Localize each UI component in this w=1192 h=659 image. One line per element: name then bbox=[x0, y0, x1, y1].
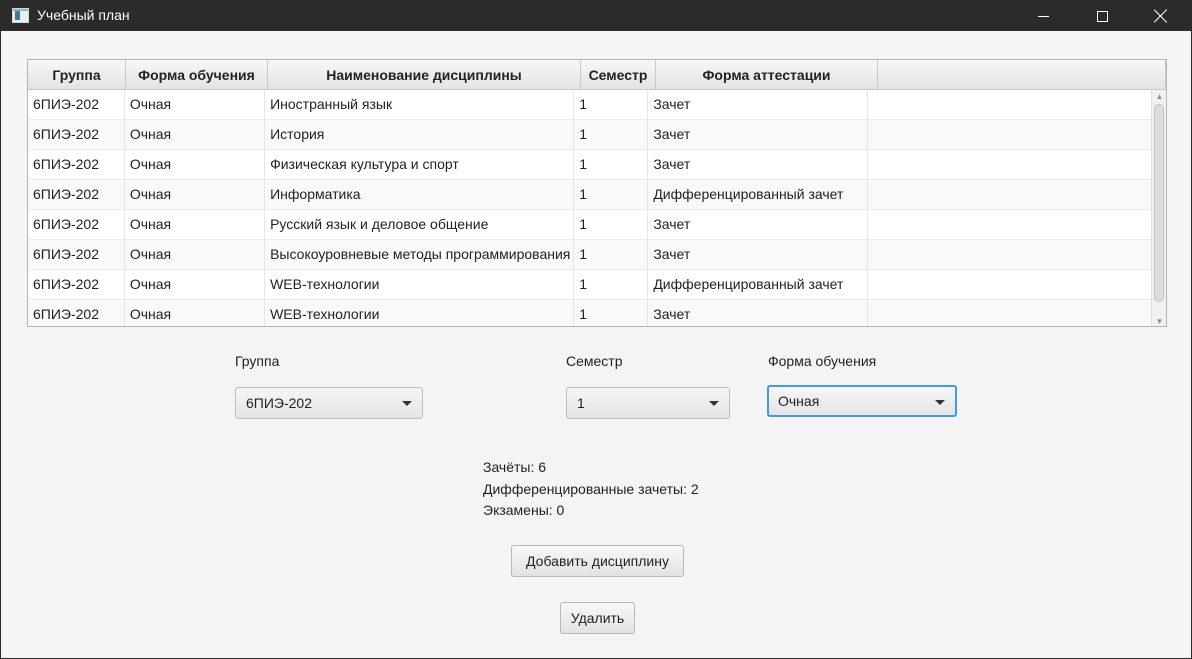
cell-filler bbox=[868, 240, 1152, 270]
cell-filler bbox=[868, 120, 1152, 150]
delete-button[interactable]: Удалить bbox=[560, 602, 635, 634]
table-row[interactable]: 6ПИЭ-202 Очная Иностранный язык 1 Зачет bbox=[28, 90, 1152, 120]
column-header-group[interactable]: Группа bbox=[28, 60, 126, 90]
close-button[interactable] bbox=[1138, 1, 1184, 31]
cell-attestation: Зачет bbox=[648, 210, 868, 240]
app-window: Учебный план Группа Форма обучения Наиме… bbox=[0, 0, 1192, 659]
table-row[interactable]: 6ПИЭ-202 Очная Высокоуровневые методы пр… bbox=[28, 240, 1152, 270]
cell-semester: 1 bbox=[574, 300, 649, 326]
cell-study-form: Очная bbox=[125, 210, 266, 240]
scroll-down-icon[interactable]: ▾ bbox=[1155, 317, 1164, 326]
cell-attestation: Зачет bbox=[648, 240, 868, 270]
column-header-semester[interactable]: Семестр bbox=[581, 60, 656, 90]
study-form-combobox-value: Очная bbox=[778, 393, 820, 409]
group-combobox[interactable]: 6ПИЭ-202 bbox=[235, 387, 423, 419]
title-bar: Учебный план bbox=[1, 1, 1191, 31]
cell-discipline: Физическая культура и спорт bbox=[265, 150, 575, 180]
curriculum-table[interactable]: Группа Форма обучения Наименование дисци… bbox=[27, 59, 1167, 327]
table-row[interactable]: 6ПИЭ-202 Очная WEB-технологии 1 Дифферен… bbox=[28, 270, 1152, 300]
add-discipline-button[interactable]: Добавить дисциплину bbox=[511, 545, 684, 577]
cell-study-form: Очная bbox=[125, 300, 266, 326]
cell-filler bbox=[868, 180, 1152, 210]
cell-attestation: Дифференцированный зачет bbox=[648, 270, 868, 300]
cell-study-form: Очная bbox=[125, 180, 266, 210]
cell-attestation: Зачет bbox=[648, 150, 868, 180]
minimize-icon bbox=[1037, 15, 1049, 17]
semester-combobox[interactable]: 1 bbox=[566, 387, 730, 419]
cell-semester: 1 bbox=[574, 270, 649, 300]
cell-discipline: Высокоуровневые методы программирования bbox=[265, 240, 575, 270]
table-row[interactable]: 6ПИЭ-202 Очная Физическая культура и спо… bbox=[28, 150, 1152, 180]
cell-group: 6ПИЭ-202 bbox=[28, 240, 125, 270]
group-label: Группа bbox=[235, 353, 280, 369]
table-row[interactable]: 6ПИЭ-202 Очная WEB-технологии 1 Зачет bbox=[28, 300, 1152, 326]
cell-group: 6ПИЭ-202 bbox=[28, 180, 125, 210]
semester-label: Семестр bbox=[566, 353, 623, 369]
cell-filler bbox=[868, 210, 1152, 240]
cell-group: 6ПИЭ-202 bbox=[28, 300, 125, 326]
table-header: Группа Форма обучения Наименование дисци… bbox=[28, 60, 1166, 90]
table-body: 6ПИЭ-202 Очная Иностранный язык 1 Зачет … bbox=[28, 90, 1152, 326]
cell-attestation: Зачет bbox=[648, 120, 868, 150]
close-icon bbox=[1154, 9, 1168, 23]
cell-discipline: Русский язык и деловое общение bbox=[265, 210, 575, 240]
exams-count: Экзамены: 0 bbox=[483, 502, 565, 518]
diff-credits-count: Дифференцированные зачеты: 2 bbox=[483, 481, 699, 497]
cell-semester: 1 bbox=[574, 240, 649, 270]
group-combobox-value: 6ПИЭ-202 bbox=[246, 395, 312, 411]
study-form-label: Форма обучения bbox=[768, 353, 877, 369]
cell-attestation: Зачет bbox=[648, 90, 868, 120]
chevron-down-icon bbox=[402, 401, 412, 406]
cell-discipline: WEB-технологии bbox=[265, 300, 575, 326]
cell-attestation: Зачет bbox=[648, 300, 868, 326]
semester-combobox-value: 1 bbox=[577, 395, 585, 411]
credits-count: Зачёты: 6 bbox=[483, 459, 547, 475]
cell-discipline: Иностранный язык bbox=[265, 90, 575, 120]
cell-attestation: Дифференцированный зачет bbox=[648, 180, 868, 210]
maximize-button[interactable] bbox=[1079, 1, 1125, 31]
cell-discipline: Информатика bbox=[265, 180, 575, 210]
cell-study-form: Очная bbox=[125, 90, 266, 120]
table-row[interactable]: 6ПИЭ-202 Очная Информатика 1 Дифференцир… bbox=[28, 180, 1152, 210]
cell-study-form: Очная bbox=[125, 240, 266, 270]
app-icon bbox=[12, 8, 29, 23]
cell-semester: 1 bbox=[574, 210, 649, 240]
chevron-down-icon bbox=[935, 400, 945, 405]
cell-semester: 1 bbox=[574, 150, 649, 180]
cell-study-form: Очная bbox=[125, 150, 266, 180]
cell-filler bbox=[868, 270, 1152, 300]
maximize-icon bbox=[1096, 10, 1108, 22]
cell-semester: 1 bbox=[574, 120, 649, 150]
cell-group: 6ПИЭ-202 bbox=[28, 90, 125, 120]
cell-study-form: Очная bbox=[125, 270, 266, 300]
table-row[interactable]: 6ПИЭ-202 Очная История 1 Зачет bbox=[28, 120, 1152, 150]
cell-filler bbox=[868, 300, 1152, 326]
cell-group: 6ПИЭ-202 bbox=[28, 120, 125, 150]
cell-filler bbox=[868, 150, 1152, 180]
cell-filler bbox=[868, 90, 1152, 120]
minimize-button[interactable] bbox=[1020, 1, 1066, 31]
chevron-down-icon bbox=[709, 401, 719, 406]
column-header-discipline[interactable]: Наименование дисциплины bbox=[268, 60, 581, 90]
column-header-study-form[interactable]: Форма обучения bbox=[126, 60, 268, 90]
study-form-combobox[interactable]: Очная bbox=[767, 385, 957, 417]
table-scrollbar[interactable]: ▴ ▾ bbox=[1151, 90, 1166, 326]
column-header-filler bbox=[878, 60, 1166, 90]
scroll-up-icon[interactable]: ▴ bbox=[1155, 92, 1164, 101]
cell-discipline: История bbox=[265, 120, 575, 150]
cell-semester: 1 bbox=[574, 90, 649, 120]
column-header-attestation[interactable]: Форма аттестации bbox=[656, 60, 878, 90]
cell-group: 6ПИЭ-202 bbox=[28, 210, 125, 240]
table-row[interactable]: 6ПИЭ-202 Очная Русский язык и деловое об… bbox=[28, 210, 1152, 240]
cell-group: 6ПИЭ-202 bbox=[28, 270, 125, 300]
window-title: Учебный план bbox=[37, 7, 130, 23]
cell-discipline: WEB-технологии bbox=[265, 270, 575, 300]
cell-group: 6ПИЭ-202 bbox=[28, 150, 125, 180]
cell-study-form: Очная bbox=[125, 120, 266, 150]
cell-semester: 1 bbox=[574, 180, 649, 210]
scrollbar-thumb[interactable] bbox=[1154, 104, 1164, 302]
